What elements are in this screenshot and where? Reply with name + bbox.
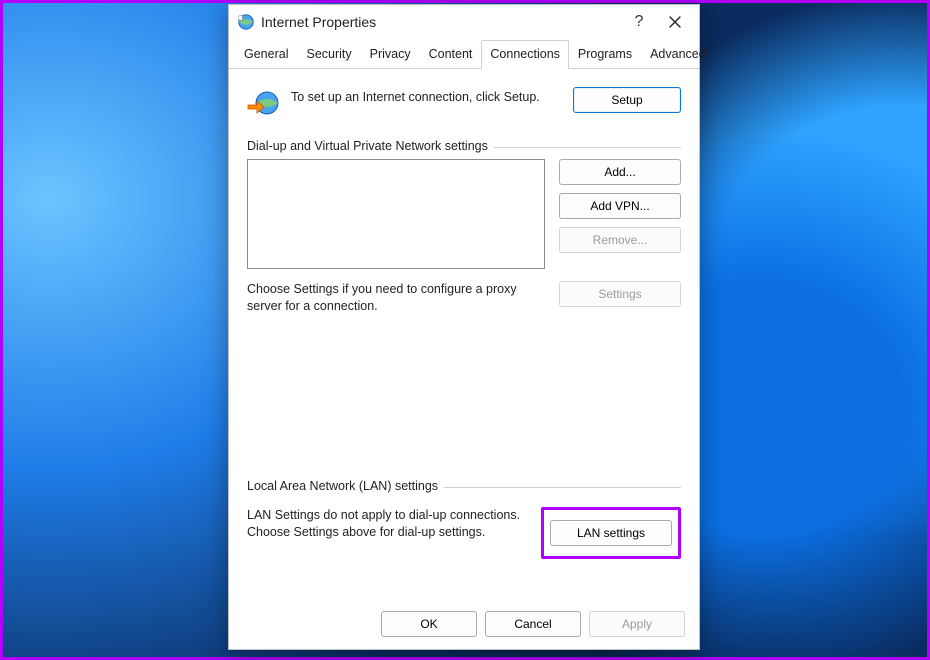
connection-settings-button: Settings	[559, 281, 681, 307]
tab-content[interactable]: Content	[420, 40, 482, 69]
apply-button: Apply	[589, 611, 685, 637]
tab-security[interactable]: Security	[297, 40, 360, 69]
ok-button[interactable]: OK	[381, 611, 477, 637]
internet-options-icon	[237, 13, 255, 31]
setup-text: To set up an Internet connection, click …	[291, 87, 563, 106]
internet-properties-dialog: Internet Properties ? General Security P…	[228, 4, 700, 650]
connections-listbox[interactable]	[247, 159, 545, 269]
tab-strip: General Security Privacy Content Connect…	[229, 39, 699, 69]
lan-settings-button[interactable]: LAN settings	[550, 520, 672, 546]
tab-privacy[interactable]: Privacy	[361, 40, 420, 69]
close-button[interactable]	[657, 8, 693, 36]
help-button[interactable]: ?	[621, 8, 657, 36]
lan-hint-text: LAN Settings do not apply to dial-up con…	[247, 507, 527, 541]
dialup-buttons: Add... Add VPN... Remove...	[559, 159, 681, 269]
dialup-group-label-text: Dial-up and Virtual Private Network sett…	[247, 139, 488, 153]
add-button[interactable]: Add...	[559, 159, 681, 185]
lan-group-label-text: Local Area Network (LAN) settings	[247, 479, 438, 493]
window-title: Internet Properties	[261, 14, 621, 30]
divider	[494, 147, 681, 148]
tab-connections[interactable]: Connections	[481, 40, 569, 69]
cancel-button[interactable]: Cancel	[485, 611, 581, 637]
tab-programs[interactable]: Programs	[569, 40, 641, 69]
tab-body-connections: To set up an Internet connection, click …	[229, 69, 699, 601]
divider	[444, 487, 681, 488]
remove-button: Remove...	[559, 227, 681, 253]
dialup-group-label: Dial-up and Virtual Private Network sett…	[247, 139, 681, 153]
help-icon: ?	[635, 13, 644, 31]
proxy-hint-text: Choose Settings if you need to configure…	[247, 281, 545, 315]
setup-button[interactable]: Setup	[573, 87, 681, 113]
close-icon	[669, 16, 681, 28]
add-vpn-button[interactable]: Add VPN...	[559, 193, 681, 219]
dialog-footer: OK Cancel Apply	[229, 601, 699, 649]
tab-advanced[interactable]: Advanced	[641, 40, 715, 69]
tab-general[interactable]: General	[235, 40, 297, 69]
annotation-highlight: LAN settings	[541, 507, 681, 559]
lan-group-label: Local Area Network (LAN) settings	[247, 479, 681, 493]
titlebar: Internet Properties ?	[229, 5, 699, 39]
connection-wizard-icon	[247, 87, 281, 121]
